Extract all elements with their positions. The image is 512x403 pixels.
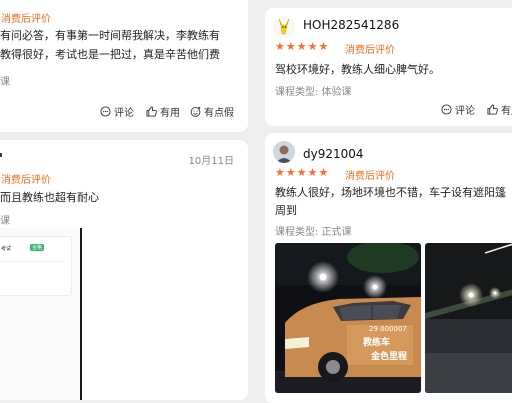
review-card-4: dy921004 ★★★★★ 消费后评价 教练人很好，场地环境也不错，车子设有遮… [265, 133, 512, 403]
avatar[interactable] [273, 141, 295, 163]
cartoon-avatar-icon [278, 18, 290, 35]
course-type: 课程类型: 体验课 [275, 87, 352, 98]
smile-plus-icon [190, 106, 201, 117]
thumbs-up-icon [487, 104, 498, 115]
comment-label: 评论 [114, 108, 134, 119]
username[interactable]: HOH282541286 [303, 18, 399, 32]
useful-label: 有用 [160, 108, 180, 119]
photo-exam-label: 考试 [1, 246, 12, 252]
thumbs-up-icon [146, 106, 157, 117]
review-date: 10月11日 [188, 156, 234, 167]
photo-pass-badge: 合格 [30, 244, 45, 251]
comment-button[interactable]: 评论 [100, 104, 134, 119]
review-card-3: 10月11日 消费后评价 而且教练也超有耐心 课 考试 合格 [0, 140, 248, 400]
comment-label: 评论 [455, 106, 475, 117]
useful-button[interactable]: 有用 [487, 102, 512, 117]
avatar-fragment [0, 153, 2, 157]
course-type-fragment: 课 [0, 216, 10, 227]
review-text-line-2: 周到 [275, 204, 297, 217]
comment-icon [441, 104, 452, 115]
review-text-line-1: 有问必答，有事第一时间帮我解决，李教练有 [0, 29, 220, 42]
comment-button[interactable]: 评论 [441, 102, 475, 117]
useful-label: 有用 [501, 106, 512, 117]
review-text: 而且教练也超有耐心 [0, 191, 99, 204]
photo-card: 考试 合格 [0, 236, 72, 296]
comment-icon [100, 106, 111, 117]
review-text-line-1: 教练人很好，场地环境也不错，车子设有遮阳篷 [275, 186, 506, 199]
photo-car-label: 教练车 [363, 338, 391, 348]
funny-label: 有点假 [204, 108, 234, 119]
photo-divider [1, 261, 65, 262]
username[interactable]: dy921004 [303, 147, 364, 161]
portrait-avatar-icon [273, 141, 295, 163]
review-photo-2[interactable] [425, 243, 512, 393]
consumption-review-tag: 消费后评价 [345, 45, 395, 56]
useful-button[interactable]: 有用 [146, 104, 180, 119]
course-type-fragment: 课 [0, 77, 10, 88]
photo-plate-number: 29 000007 [369, 325, 407, 333]
photo-car-slogan: 金色里程 [371, 352, 408, 362]
review-text: 驾校环境好，教练人细心脾气好。 [275, 63, 440, 76]
review-photo[interactable]: 考试 合格 [0, 228, 82, 400]
funny-button[interactable]: 有点假 [190, 104, 234, 119]
review-card-1: 消费后评价 有问必答，有事第一时间帮我解决，李教练有 教得很好，考试也是一把过，… [0, 0, 248, 132]
review-photo-1[interactable]: 29 000007 教练车 金色里程 [275, 243, 421, 393]
review-card-2: HOH282541286 ★★★★★ 消费后评价 驾校环境好，教练人细心脾气好。… [265, 8, 512, 126]
consumption-review-tag: 消费后评价 [1, 175, 51, 186]
rating-stars: ★★★★★ [275, 40, 330, 53]
night-field-photo [425, 243, 512, 393]
course-type: 课程类型: 正式课 [275, 227, 352, 238]
avatar[interactable] [273, 16, 295, 38]
consumption-review-tag: 消费后评价 [345, 171, 395, 182]
night-car-photo [275, 243, 421, 393]
rating-stars: ★★★★★ [275, 166, 330, 179]
review-text-line-2: 教得很好，考试也是一把过，真是辛苦他们费 [0, 48, 220, 61]
consumption-review-tag: 消费后评价 [1, 14, 51, 25]
